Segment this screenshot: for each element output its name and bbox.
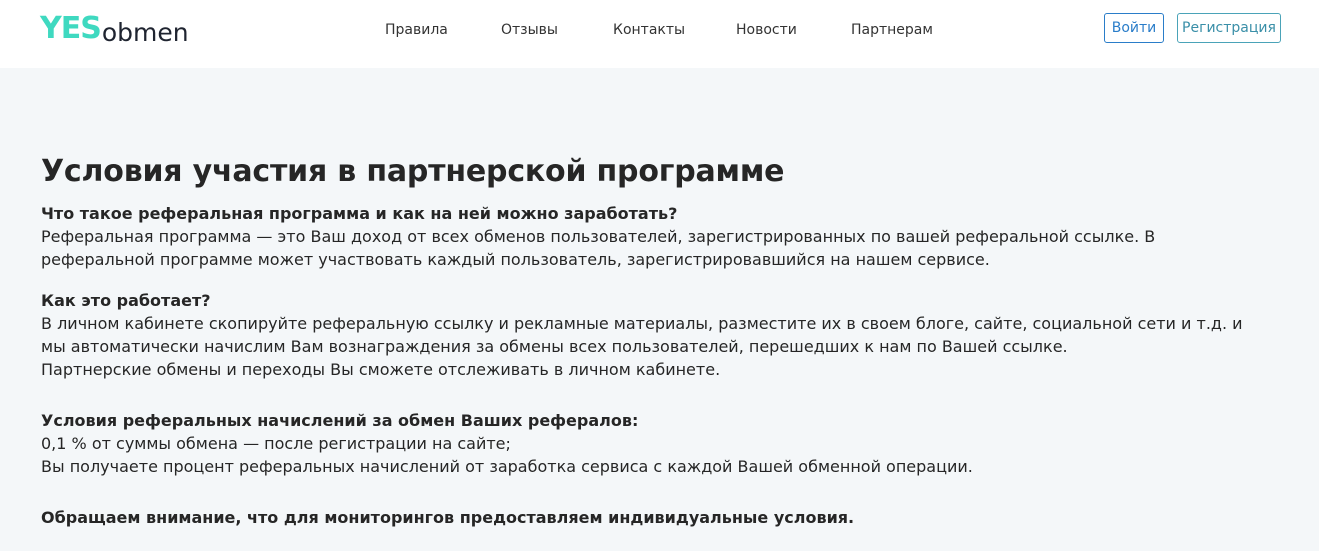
section-monitoring-note: Обращаем внимание, что для мониторингов … xyxy=(41,506,1291,529)
nav-item-rules[interactable]: Правила xyxy=(385,21,448,39)
nav-item-reviews[interactable]: Отзывы xyxy=(501,21,558,39)
logo-yes-text: YES xyxy=(40,11,102,46)
section-heading: Что такое реферальная программа и как на… xyxy=(41,204,678,223)
site-header: YES obmen Правила Отзывы Контакты Новост… xyxy=(0,0,1319,68)
nav-item-partners[interactable]: Партнерам xyxy=(851,21,933,39)
section-conditions: Условия реферальных начислений за обмен … xyxy=(41,409,1291,478)
section-line: В личном кабинете скопируйте реферальную… xyxy=(41,314,1243,333)
section-heading: Обращаем внимание, что для мониторингов … xyxy=(41,508,855,527)
section-line: реферальной программе может участвовать … xyxy=(41,250,990,269)
section-how-it-works: Как это работает? В личном кабинете скоп… xyxy=(41,289,1291,381)
page-title: Условия участия в партнерской программе xyxy=(41,154,785,189)
main-content: Условия участия в партнерской программе … xyxy=(41,150,1291,527)
section-line: Вы получаете процент реферальных начисле… xyxy=(41,457,973,476)
nav-item-contacts[interactable]: Контакты xyxy=(613,21,685,39)
section-line: Партнерские обмены и переходы Вы сможете… xyxy=(41,360,721,379)
register-button[interactable]: Регистрация xyxy=(1177,13,1281,43)
section-line: мы автоматически начислим Вам вознагражд… xyxy=(41,337,1068,356)
logo-obmen-text: obmen xyxy=(101,18,189,47)
login-button[interactable]: Войти xyxy=(1104,13,1164,43)
section-heading: Как это работает? xyxy=(41,291,211,310)
section-line: 0,1 % от суммы обмена — после регистраци… xyxy=(41,434,511,453)
section-what-is: Что такое реферальная программа и как на… xyxy=(41,202,1291,271)
site-logo[interactable]: YES obmen xyxy=(40,11,189,48)
nav-item-news[interactable]: Новости xyxy=(736,21,797,39)
section-heading: Условия реферальных начислений за обмен … xyxy=(41,411,639,430)
section-line: Реферальная программа — это Ваш доход от… xyxy=(41,227,1156,246)
